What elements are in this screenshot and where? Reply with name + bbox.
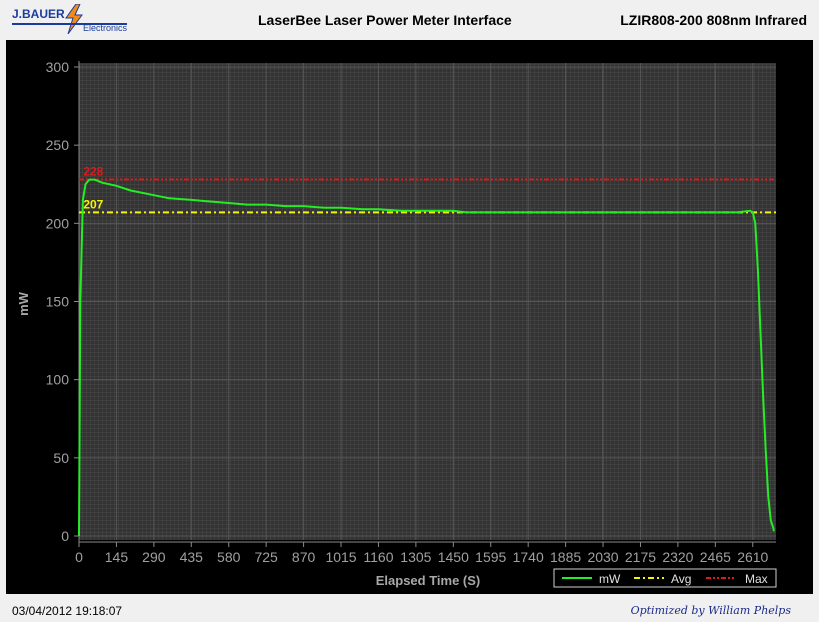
- x-tick-label: 580: [217, 549, 241, 565]
- laser-model: LZIR808-200 808nm Infrared: [620, 12, 807, 28]
- x-tick-label: 1740: [513, 549, 544, 565]
- x-tick-label: 2465: [700, 549, 731, 565]
- logo-top-text: J.BAUER: [12, 7, 65, 21]
- x-tick-label: 2610: [737, 549, 768, 565]
- x-tick-label: 2175: [625, 549, 656, 565]
- x-tick-label: 0: [75, 549, 83, 565]
- y-tick-label: 0: [61, 528, 69, 544]
- x-tick-label: 870: [292, 549, 316, 565]
- y-tick-label: 250: [46, 137, 70, 153]
- y-tick-label: 300: [46, 59, 70, 75]
- power-chart: 0 50 100 150 200 250 300 0 145 290 435 580 725 870 101…: [16, 59, 777, 588]
- x-tick-label: 1160: [363, 549, 393, 565]
- jbauer-logo: J.BAUER Electronics: [8, 4, 128, 34]
- x-tick-label: 725: [254, 549, 278, 565]
- x-tick-label: 1305: [400, 549, 431, 565]
- x-tick-label: 290: [142, 549, 166, 565]
- y-tick-label: 50: [53, 450, 69, 466]
- x-tick-label: 1450: [438, 549, 469, 565]
- legend-mw-label: mW: [599, 572, 621, 586]
- y-tick-label: 150: [46, 294, 70, 310]
- x-tick-label: 1015: [325, 549, 356, 565]
- x-axis-label: Elapsed Time (S): [376, 573, 481, 588]
- header-bar: J.BAUER Electronics LaserBee Laser Power…: [0, 0, 819, 40]
- app-title: LaserBee Laser Power Meter Interface: [258, 12, 512, 28]
- x-tick-label: 2320: [662, 549, 693, 565]
- y-axis-label: mW: [16, 291, 31, 316]
- x-tick-label: 1885: [550, 549, 581, 565]
- y-tick-label: 100: [46, 372, 70, 388]
- chart-panel: 0 50 100 150 200 250 300 0 145 290 435 580 725 870 101…: [6, 40, 813, 594]
- x-tick-label: 2030: [587, 549, 618, 565]
- chart-legend: mW Avg Max: [553, 568, 777, 588]
- credit-text: Optimized by William Phelps: [630, 604, 791, 617]
- annotation-label-228: 228: [83, 165, 103, 179]
- x-tick-label: 1595: [475, 549, 506, 565]
- logo-bottom-text: Electronics: [83, 23, 128, 33]
- status-timestamp: 03/04/2012 19:18:07: [12, 604, 123, 618]
- x-tick-label: 145: [105, 549, 129, 565]
- legend-avg-label: Avg: [671, 572, 691, 586]
- legend-max-label: Max: [745, 572, 768, 586]
- y-tick-label: 200: [46, 215, 70, 231]
- x-tick-label: 435: [180, 549, 204, 565]
- annotation-label-207: 207: [83, 197, 103, 211]
